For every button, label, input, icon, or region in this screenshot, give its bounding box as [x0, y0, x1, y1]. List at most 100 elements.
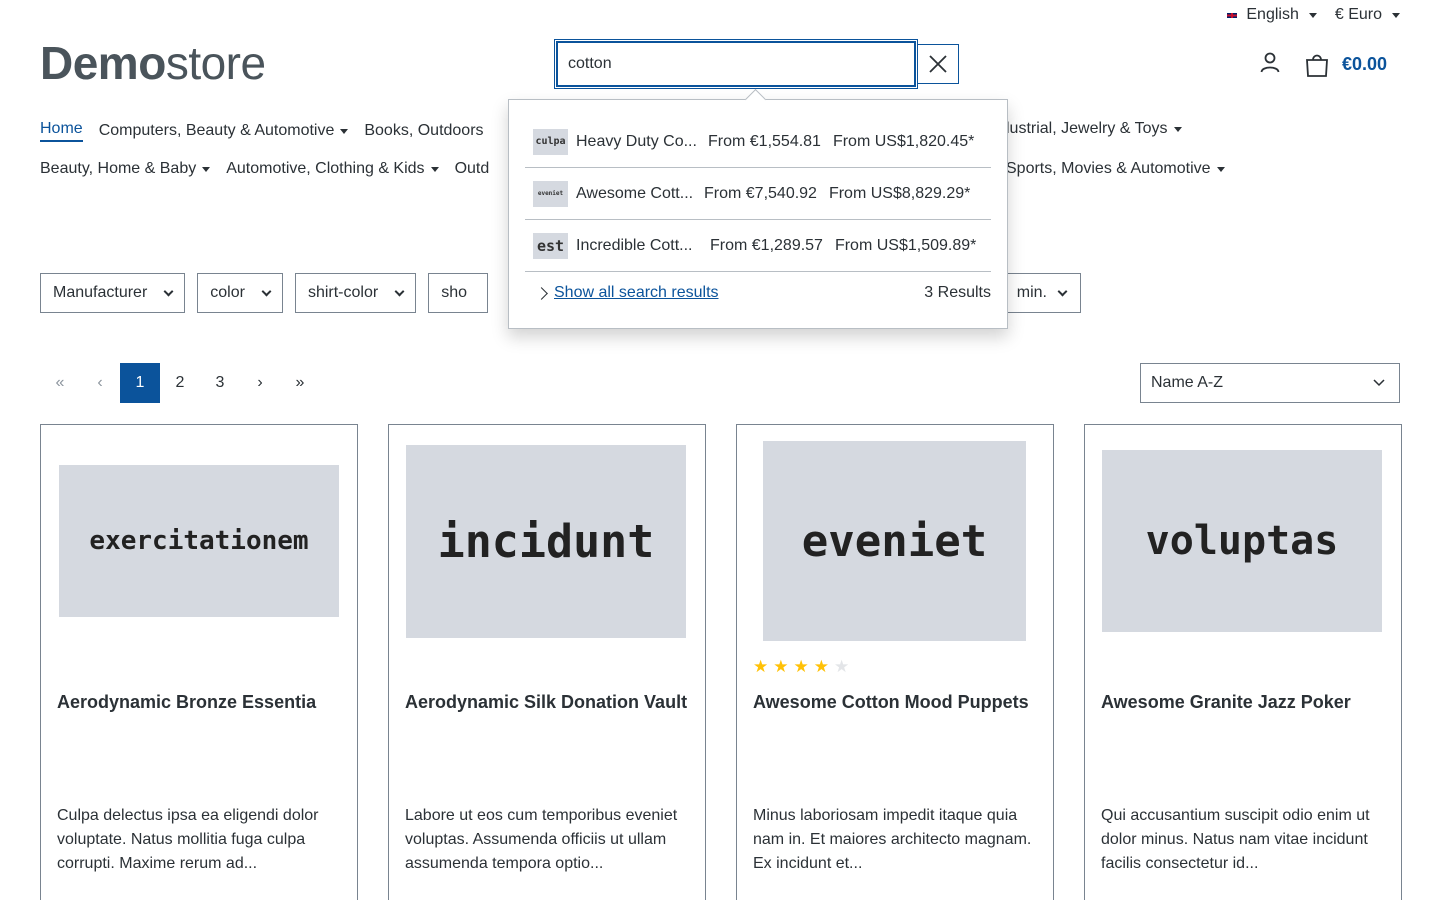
product-rating: ★ ★ ★ ★ ★	[753, 658, 849, 675]
caret-down-icon	[1308, 12, 1317, 18]
product-image[interactable]: voluptas	[1102, 450, 1382, 632]
product-image-text: eveniet	[801, 515, 988, 567]
pagination-first[interactable]: «	[40, 363, 80, 403]
filter-label: shirt-color	[307, 284, 379, 301]
filter-shoe[interactable]: sho	[428, 273, 489, 313]
suggestion-price: From €1,554.81	[708, 132, 821, 150]
search-form	[554, 39, 959, 89]
nav-item-beauty-home-baby[interactable]: Beauty, Home & Baby	[40, 160, 211, 178]
suggestion-price: From €1,289.57	[710, 236, 823, 254]
search-suggestion-item[interactable]: culpa Heavy Duty Co... From €1,554.81 Fr…	[525, 116, 991, 168]
product-description: Culpa delectus ipsa ea eligendi dolor vo…	[57, 807, 319, 872]
search-suggestions-footer: Show all search results 3 Results	[525, 272, 991, 314]
nav-item-sports-movies-automotive[interactable]: Sports, Movies & Automotive	[1006, 160, 1225, 178]
results-count: 3 Results	[924, 284, 991, 301]
nav-item-home[interactable]: Home	[40, 120, 83, 142]
suggestion-thumbnail: eveniet	[533, 180, 568, 207]
suggestion-thumbnail-text: eveniet	[537, 190, 564, 197]
language-selector[interactable]: English	[1224, 6, 1317, 24]
search-suggestions-dropdown: culpa Heavy Duty Co... From €1,554.81 Fr…	[508, 99, 1008, 329]
suggestion-alt-price: From US$1,820.45*	[832, 132, 975, 150]
filter-label: Manufacturer	[53, 284, 148, 301]
pagination-prev[interactable]: ‹	[80, 363, 120, 403]
product-image[interactable]: incidunt	[406, 445, 686, 638]
nav-item-industrial-jewelry-toys[interactable]: lustrial, Jewelry & Toys	[1006, 120, 1182, 138]
chevron-down-icon	[394, 286, 405, 296]
nav-item-label: Beauty, Home & Baby	[40, 160, 197, 177]
nav-item-books-outdoors[interactable]: Books, Outdoors	[364, 120, 483, 142]
suggestion-thumbnail-text: culpa	[535, 136, 566, 147]
chevron-down-icon	[1057, 286, 1068, 296]
logo-light-text: store	[165, 37, 266, 89]
currency-label: € Euro	[1334, 6, 1382, 23]
shopping-bag-icon	[1305, 54, 1328, 77]
nav-item-label: Computers, Beauty & Automotive	[98, 122, 335, 139]
caret-down-icon	[340, 128, 349, 134]
filter-label: color	[210, 284, 245, 301]
product-description: Labore ut eos cum temporibus eveniet vol…	[405, 807, 678, 872]
pagination-page-1[interactable]: 1	[120, 363, 160, 403]
close-icon	[929, 55, 947, 73]
user-icon	[1260, 52, 1280, 73]
top-bar: English € Euro	[1224, 6, 1400, 24]
main-nav-row-1: Home Computers, Beauty & Automotive Book…	[40, 120, 484, 142]
caret-down-icon	[1173, 126, 1182, 132]
nav-item-outdoors[interactable]: Outd	[455, 160, 490, 178]
caret-down-icon	[1392, 12, 1400, 18]
search-clear-button[interactable]	[917, 44, 959, 84]
star-filled-icon: ★	[793, 657, 809, 676]
product-card[interactable]: exercitationem Aerodynamic Bronze Essent…	[40, 424, 358, 900]
pagination-page-3[interactable]: 3	[200, 363, 240, 403]
product-card[interactable]: voluptas Awesome Granite Jazz Poker Qui …	[1084, 424, 1402, 900]
nav-item-label: Sports, Movies & Automotive	[1006, 160, 1211, 177]
logo-bold-text: Demo	[40, 37, 166, 89]
pagination: « ‹ 1 2 3 › »	[40, 363, 320, 403]
product-listing: exercitationem Aerodynamic Bronze Essent…	[40, 424, 1402, 900]
product-image-text: incidunt	[437, 515, 655, 568]
product-card[interactable]: incidunt Aerodynamic Silk Donation Vault…	[388, 424, 706, 900]
pagination-page-2[interactable]: 2	[160, 363, 200, 403]
product-title[interactable]: Awesome Granite Jazz Poker	[1101, 691, 1386, 713]
show-all-results-label: Show all search results	[554, 284, 719, 301]
pagination-next[interactable]: ›	[240, 363, 280, 403]
nav-item-computers-beauty-automotive[interactable]: Computers, Beauty & Automotive	[99, 120, 349, 142]
filter-shirt-color[interactable]: shirt-color	[294, 273, 417, 313]
suggestion-price: From €7,540.92	[704, 184, 817, 202]
language-label: English	[1246, 6, 1299, 23]
product-image-text: voluptas	[1145, 518, 1339, 564]
suggestion-alt-price: From US$8,829.29*	[828, 184, 971, 202]
suggestion-name: Heavy Duty Co...	[576, 132, 697, 150]
caret-down-icon	[430, 166, 439, 172]
account-button[interactable]	[1258, 50, 1282, 79]
store-logo[interactable]: Demostore	[40, 36, 266, 90]
uk-flag-icon	[1224, 9, 1241, 21]
cart-total: €0.00	[1341, 54, 1387, 74]
filter-label: sho	[441, 284, 467, 301]
show-all-results-link[interactable]: Show all search results	[535, 284, 719, 302]
search-suggestion-item[interactable]: eveniet Awesome Cott... From €7,540.92 F…	[525, 168, 991, 220]
search-suggestion-item[interactable]: est Incredible Cott... From €1,289.57 Fr…	[525, 220, 991, 272]
product-card[interactable]: eveniet ★ ★ ★ ★ ★ Awesome Cotton Mood Pu…	[736, 424, 1054, 900]
suggestion-alt-price: From US$1,509.89*	[834, 236, 977, 254]
chevron-down-icon	[261, 286, 272, 296]
product-title[interactable]: Aerodynamic Silk Donation Vault	[405, 691, 690, 713]
cart-button[interactable]: €0.00	[1304, 52, 1387, 78]
product-title[interactable]: Awesome Cotton Mood Puppets	[753, 691, 1038, 713]
product-image[interactable]: exercitationem	[59, 465, 339, 617]
currency-selector[interactable]: € Euro	[1335, 6, 1400, 24]
nav-item-automotive-clothing-kids[interactable]: Automotive, Clothing & Kids	[226, 160, 439, 178]
caret-down-icon	[1216, 166, 1225, 172]
filter-label: min.	[1016, 284, 1047, 301]
pagination-last[interactable]: »	[280, 363, 320, 403]
filter-color[interactable]: color	[197, 273, 283, 313]
filter-manufacturer[interactable]: Manufacturer	[40, 273, 186, 313]
product-image[interactable]: eveniet	[763, 441, 1026, 641]
sort-select[interactable]: Name A-Z	[1140, 363, 1400, 403]
chevron-right-icon	[535, 286, 548, 300]
product-title[interactable]: Aerodynamic Bronze Essentia	[57, 691, 342, 713]
star-filled-icon: ★	[753, 657, 769, 676]
sort-label: Name A-Z	[1151, 374, 1224, 391]
suggestion-thumbnail-text: est	[536, 236, 565, 255]
search-input[interactable]	[554, 39, 918, 89]
product-description: Minus laboriosam impedit itaque quia nam…	[753, 807, 1032, 872]
